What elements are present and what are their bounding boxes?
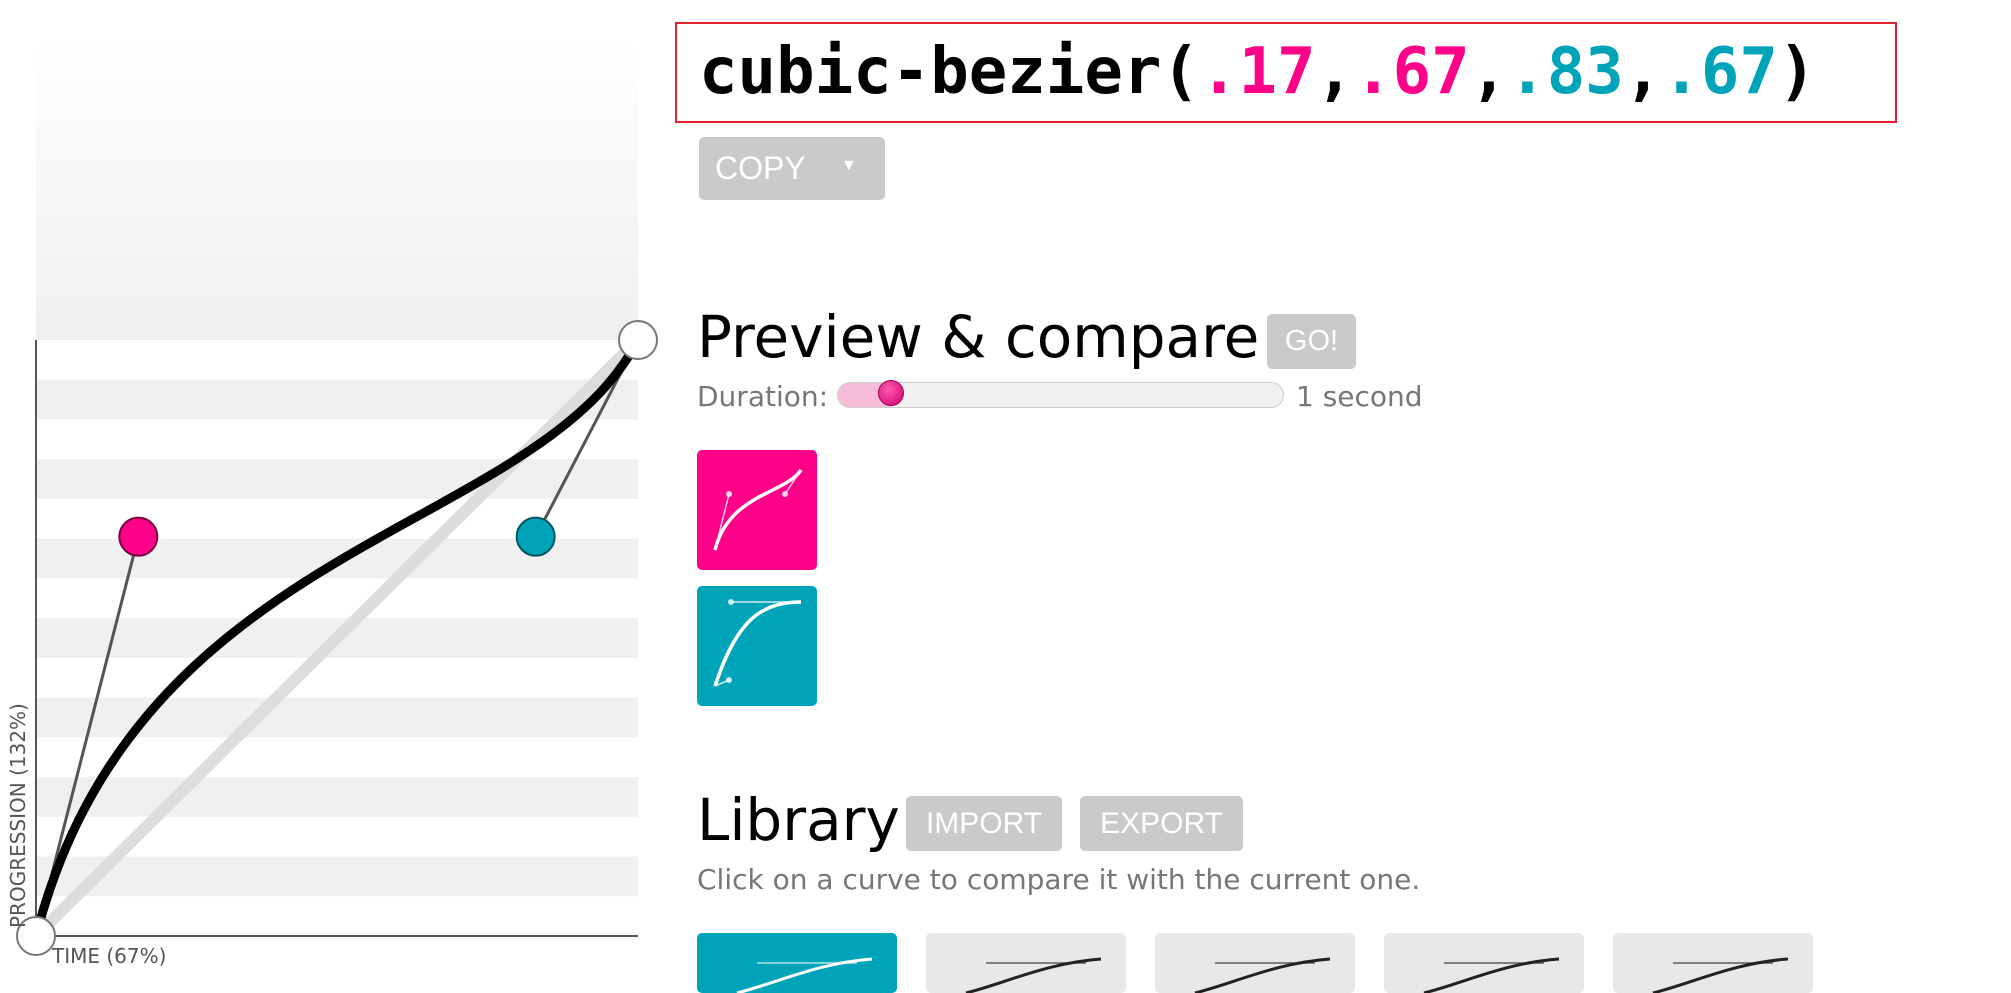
output-sep-1: , xyxy=(1315,35,1355,109)
grid-stripe xyxy=(36,856,638,897)
output-prefix: cubic-bezier( xyxy=(699,35,1200,109)
output-sep-2: , xyxy=(1469,35,1509,109)
anchor-point-end xyxy=(618,320,658,360)
curve-thumbnail-icon xyxy=(1423,957,1560,993)
caret-down-icon: ▼ xyxy=(841,157,857,174)
curve-thumbnail-icon xyxy=(736,957,873,993)
curve-thumbnail-icon xyxy=(965,957,1102,993)
output-y2: .67 xyxy=(1662,35,1778,109)
grid-stripe xyxy=(36,379,638,420)
preview-tile-compare[interactable] xyxy=(697,586,817,706)
bezier-curve-editor[interactable] xyxy=(0,0,660,968)
library-curve-2[interactable] xyxy=(926,933,1126,993)
library-curve-3[interactable] xyxy=(1155,933,1355,993)
output-x1: .17 xyxy=(1199,35,1316,109)
copy-button-label: COPY xyxy=(715,150,806,186)
duration-slider[interactable] xyxy=(837,382,1284,408)
grid-stripe xyxy=(36,697,638,738)
grid-stripe xyxy=(36,459,638,499)
control-point-p1[interactable] xyxy=(118,516,159,557)
import-button[interactable]: IMPORT xyxy=(906,796,1062,851)
time-axis-label: TIME (67%) xyxy=(52,944,167,968)
output-y1: .67 xyxy=(1354,35,1470,109)
preview-tile-current[interactable] xyxy=(697,450,817,570)
go-button[interactable]: GO! xyxy=(1267,314,1356,369)
output-sep-3: , xyxy=(1623,35,1663,109)
progression-axis-label: PROGRESSION (132%) xyxy=(6,703,30,928)
library-curve-4[interactable] xyxy=(1384,933,1584,993)
export-button[interactable]: EXPORT xyxy=(1080,796,1243,851)
library-hint: Click on a curve to compare it with the … xyxy=(697,863,1421,896)
preview-section-title: Preview & compare xyxy=(697,303,1260,371)
control-point-p2[interactable] xyxy=(515,516,556,557)
library-section-title: Library xyxy=(697,786,900,854)
cubic-bezier-output[interactable]: cubic-bezier(.17,.67,.83,.67) xyxy=(675,22,1897,123)
output-suffix: ) xyxy=(1777,35,1817,109)
curve-thumbnail-icon xyxy=(713,468,803,551)
curve-thumbnail-icon xyxy=(1194,957,1331,993)
overflow-area-top xyxy=(36,40,638,340)
duration-label: Duration: xyxy=(697,380,829,413)
output-x2: .83 xyxy=(1508,35,1624,109)
curve-thumbnail-icon xyxy=(713,599,802,687)
grid-stripe xyxy=(36,777,638,817)
curve-thumbnail-icon xyxy=(1652,957,1789,993)
duration-value: 1 second xyxy=(1296,380,1423,413)
library-curve-1[interactable] xyxy=(697,933,897,993)
duration-slider-thumb[interactable] xyxy=(877,380,904,406)
library-curve-5[interactable] xyxy=(1613,933,1813,993)
copy-button[interactable]: COPY ▼ xyxy=(699,137,885,200)
